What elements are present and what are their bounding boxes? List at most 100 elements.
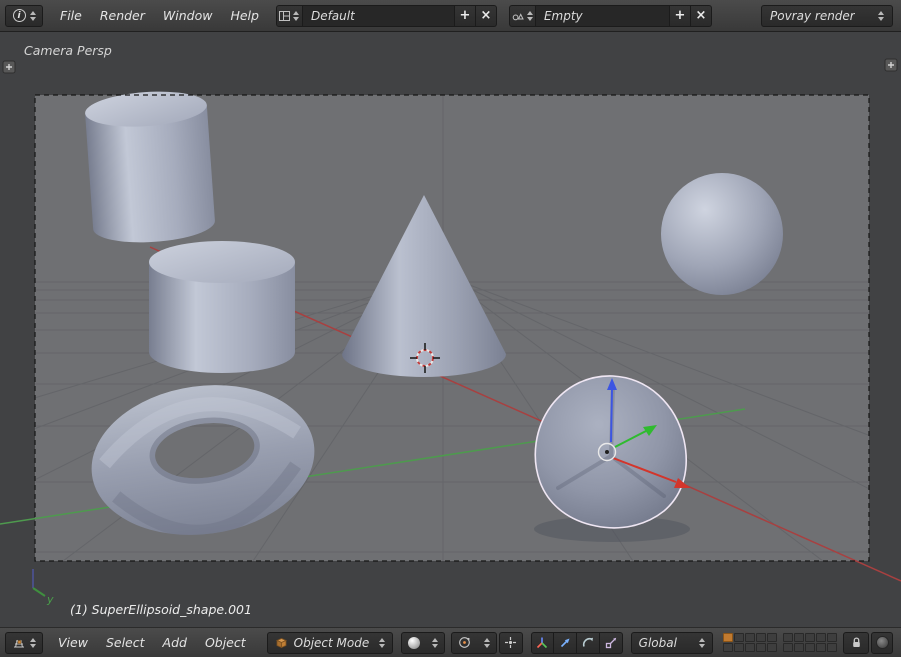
region-split-widget-left[interactable] bbox=[3, 61, 15, 73]
layer-toggle-20[interactable] bbox=[827, 643, 837, 652]
viewport-canvas[interactable]: y bbox=[0, 32, 901, 627]
layer-toggle-5[interactable] bbox=[767, 633, 777, 642]
translate-arrow-icon bbox=[558, 636, 572, 650]
add-scene-button[interactable]: + bbox=[670, 5, 691, 27]
editor-type-button-info[interactable]: i bbox=[5, 5, 43, 27]
layer-toggle-10[interactable] bbox=[767, 643, 777, 652]
layer-toggle-9[interactable] bbox=[756, 643, 766, 652]
layer-toggle-16[interactable] bbox=[783, 643, 793, 652]
chevron-updown-icon bbox=[484, 638, 490, 648]
object-cylinder-short[interactable] bbox=[149, 241, 295, 373]
chevron-updown-icon bbox=[30, 638, 36, 648]
viewport-editor-icon bbox=[12, 636, 26, 649]
add-screen-button[interactable]: + bbox=[455, 5, 476, 27]
pivot-center-icon bbox=[458, 636, 471, 649]
lock-icon bbox=[850, 636, 863, 649]
layer-toggle-8[interactable] bbox=[745, 643, 755, 652]
scale-manipulator-button[interactable] bbox=[600, 632, 623, 654]
close-icon: × bbox=[696, 8, 707, 23]
blender-window: i File Render Window Help Default + bbox=[0, 0, 901, 657]
menu-select[interactable]: Select bbox=[97, 635, 154, 650]
screen-layout-selector: Default + × bbox=[276, 5, 497, 27]
layer-toggle-18[interactable] bbox=[805, 643, 815, 652]
screen-name-value: Default bbox=[311, 9, 355, 23]
scene-selector: Empty + × bbox=[509, 5, 712, 27]
plus-icon: + bbox=[460, 8, 471, 23]
center-points-icon bbox=[504, 636, 517, 649]
layers-widget bbox=[723, 633, 837, 652]
object-sphere[interactable] bbox=[661, 173, 783, 295]
opengl-render-button[interactable] bbox=[871, 632, 893, 654]
menu-window[interactable]: Window bbox=[154, 8, 222, 23]
layer-toggle-7[interactable] bbox=[734, 643, 744, 652]
layer-toggle-13[interactable] bbox=[805, 633, 815, 642]
chevron-updown-icon bbox=[432, 638, 438, 648]
menu-view[interactable]: View bbox=[49, 635, 97, 650]
chevron-updown-icon bbox=[30, 11, 36, 21]
rotate-arc-icon bbox=[581, 636, 595, 650]
chevron-updown-icon bbox=[293, 11, 299, 21]
scene-name-value: Empty bbox=[544, 9, 583, 23]
delete-screen-button[interactable]: × bbox=[476, 5, 497, 27]
chevron-updown-icon bbox=[379, 638, 385, 648]
delete-scene-button[interactable]: × bbox=[691, 5, 712, 27]
browse-screens-button[interactable] bbox=[276, 5, 303, 27]
region-split-widget-right[interactable] bbox=[885, 59, 897, 71]
scene-icon bbox=[512, 10, 524, 21]
mode-dropdown[interactable]: Object Mode bbox=[267, 632, 393, 654]
top-menu-bar: File Render Window Help bbox=[51, 8, 268, 23]
scale-box-icon bbox=[604, 636, 618, 650]
layer-toggle-2[interactable] bbox=[734, 633, 744, 642]
menu-add[interactable]: Add bbox=[154, 635, 196, 650]
close-icon: × bbox=[481, 8, 492, 23]
layer-toggle-4[interactable] bbox=[756, 633, 766, 642]
layer-toggle-15[interactable] bbox=[827, 633, 837, 642]
viewport-shading-dropdown[interactable] bbox=[401, 632, 445, 654]
rotate-manipulator-button[interactable] bbox=[577, 632, 600, 654]
layer-toggle-6[interactable] bbox=[723, 643, 733, 652]
manipulator-toggles bbox=[531, 632, 623, 654]
layer-toggle-14[interactable] bbox=[816, 633, 826, 642]
manipulate-center-points-toggle[interactable] bbox=[499, 632, 523, 654]
orientation-value: Global bbox=[639, 636, 677, 650]
menu-render[interactable]: Render bbox=[91, 8, 154, 23]
active-object-label: (1) SuperEllipsoid_shape.001 bbox=[70, 602, 252, 617]
menu-file[interactable]: File bbox=[51, 8, 91, 23]
pivot-point-dropdown[interactable] bbox=[451, 632, 497, 654]
menu-object[interactable]: Object bbox=[196, 635, 255, 650]
lock-button[interactable] bbox=[843, 632, 869, 654]
render-sphere-icon bbox=[876, 636, 889, 649]
translate-manipulator-button[interactable] bbox=[554, 632, 577, 654]
editor-type-button-3dview[interactable] bbox=[5, 632, 43, 654]
plus-icon: + bbox=[675, 8, 686, 23]
layer-group-1 bbox=[723, 633, 777, 652]
menu-help[interactable]: Help bbox=[221, 8, 268, 23]
layer-toggle-17[interactable] bbox=[794, 643, 804, 652]
layer-toggle-3[interactable] bbox=[745, 633, 755, 642]
scene-name-field[interactable]: Empty bbox=[536, 5, 670, 27]
axis-y-label: y bbox=[46, 593, 54, 606]
browse-scenes-button[interactable] bbox=[509, 5, 536, 27]
layer-toggle-11[interactable] bbox=[783, 633, 793, 642]
transform-orientation-dropdown[interactable]: Global bbox=[631, 632, 713, 654]
screen-name-field[interactable]: Default bbox=[303, 5, 455, 27]
info-editor-icon: i bbox=[13, 9, 26, 22]
layer-toggle-1[interactable] bbox=[723, 633, 733, 642]
render-engine-dropdown[interactable]: Povray render bbox=[761, 5, 893, 27]
layer-group-2 bbox=[783, 633, 837, 652]
chevron-updown-icon bbox=[878, 11, 884, 21]
view-name-label: Camera Persp bbox=[24, 43, 112, 58]
layer-toggle-12[interactable] bbox=[794, 633, 804, 642]
viewport-3d[interactable]: y Camera Persp (1) SuperEllipsoid_shape.… bbox=[0, 32, 901, 627]
chevron-updown-icon bbox=[527, 11, 533, 21]
manipulator-axes-icon bbox=[535, 636, 549, 650]
layer-toggle-19[interactable] bbox=[816, 643, 826, 652]
mode-value: Object Mode bbox=[294, 636, 370, 650]
object-mode-cube-icon bbox=[275, 636, 288, 649]
screen-layout-icon bbox=[279, 11, 290, 21]
object-cylinder-tall[interactable] bbox=[84, 88, 216, 246]
manipulator-enable-button[interactable] bbox=[531, 632, 554, 654]
bottom-menu-bar: View Select Add Object bbox=[49, 635, 255, 650]
top-header: i File Render Window Help Default + bbox=[0, 0, 901, 32]
chevron-updown-icon bbox=[699, 638, 705, 648]
